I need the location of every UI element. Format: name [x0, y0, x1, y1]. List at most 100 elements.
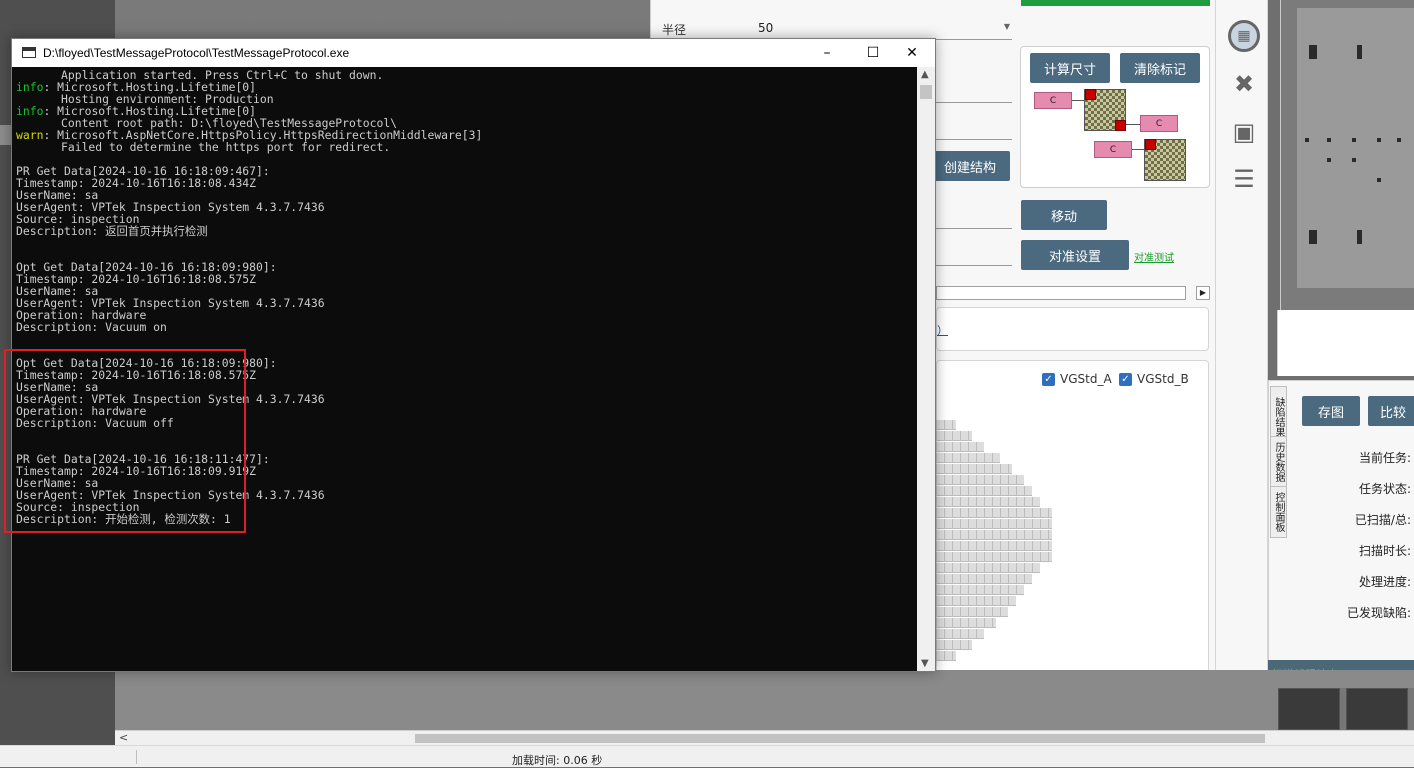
save-image-button[interactable]: 存图 [1302, 396, 1360, 426]
start-button-edge[interactable] [1021, 0, 1210, 6]
move-button[interactable]: 移动 [1021, 200, 1107, 230]
console-line: Description: Vacuum off [16, 417, 916, 429]
console-line: Timestamp: 2024-10-16T16:18:09.919Z [16, 465, 916, 477]
wafer-die-row [936, 607, 1008, 617]
console-line: UserAgent: VPTek Inspection System 4.3.7… [16, 201, 916, 213]
console-line: UserAgent: VPTek Inspection System 4.3.7… [16, 393, 916, 405]
wafer-map-icon[interactable]: ▦ [1228, 20, 1260, 52]
field-underline [936, 265, 1012, 266]
console-app-icon [22, 47, 36, 58]
wafer-die-row [936, 640, 972, 650]
wafer-die-row [936, 464, 1012, 474]
checkbox-vgstd-a[interactable]: ✓ VGStd_A [1042, 372, 1112, 386]
align-settings-button[interactable]: 对准设置 [1021, 240, 1129, 270]
sub-link[interactable]: ） [937, 322, 948, 338]
current-task-label: 当前任务: [1358, 451, 1411, 465]
console-line: Failed to determine the https port for r… [16, 141, 916, 153]
radius-label: 半径 [662, 23, 687, 37]
create-structure-button[interactable]: 创建结构 [930, 151, 1010, 181]
chevron-down-icon: ▼ [1003, 22, 1010, 31]
console-scroll-thumb[interactable] [920, 85, 932, 99]
scroll-thumb[interactable] [415, 734, 1265, 743]
wafer-die-row [936, 508, 1052, 518]
thumbnail[interactable] [1278, 688, 1340, 730]
die-mark [1377, 178, 1381, 182]
wafer-die-row [936, 453, 1000, 463]
die-mark [1327, 158, 1331, 162]
radius-value: 50 [758, 21, 774, 35]
log-level-warn: warn [16, 128, 44, 142]
thumbnail[interactable] [1346, 688, 1408, 730]
task-status-label: 任务状态: [1358, 482, 1411, 496]
marker-point [1115, 120, 1126, 131]
status-bar: 加载时间: 0.06 秒 [0, 745, 1414, 767]
console-line: Timestamp: 2024-10-16T16:18:08.575Z [16, 273, 916, 285]
wafer-die-row [936, 541, 1052, 551]
wafer-die-row [936, 618, 996, 628]
checkbox-vgstd-b[interactable]: ✓ VGStd_B [1119, 372, 1189, 386]
checklist-icon[interactable]: ☰ [1228, 163, 1260, 195]
status-separator [136, 750, 137, 764]
console-scrollbar[interactable]: ▲ ▼ [917, 67, 935, 671]
console-titlebar[interactable]: D:\floyed\TestMessageProtocol\TestMessag… [12, 39, 935, 67]
wafer-die-row [936, 629, 984, 639]
checkmark-icon: ✓ [1119, 372, 1132, 386]
wafer-die-row [936, 596, 1016, 606]
console-output[interactable]: Application started. Press Ctrl+C to shu… [16, 67, 916, 671]
console-line: UserAgent: VPTek Inspection System 4.3.7… [16, 489, 916, 501]
scan-duration-label: 扫描时长: [1358, 544, 1411, 558]
horizontal-scrollbar[interactable]: < [115, 730, 1414, 745]
console-window[interactable]: D:\floyed\TestMessageProtocol\TestMessag… [11, 38, 936, 672]
die-mark [1309, 45, 1317, 59]
scroll-left-icon[interactable]: < [119, 731, 128, 744]
die-mark [1377, 138, 1381, 142]
scroll-down-icon[interactable]: ▼ [921, 658, 929, 669]
tab-history-data[interactable]: 历史数据 [1270, 436, 1287, 488]
tool-column [1215, 0, 1268, 686]
calc-size-button[interactable]: 计算尺寸 [1030, 53, 1110, 83]
log-level-info: info [16, 80, 44, 94]
console-line-text: Description: 开始检测, 检测次数: 1 [16, 512, 231, 526]
die-mark [1357, 45, 1362, 59]
clear-marks-button[interactable]: 清除标记 [1120, 53, 1200, 83]
horizontal-track[interactable] [936, 286, 1186, 300]
compare-button[interactable]: 比较 [1368, 396, 1414, 426]
preview-info-area [1277, 310, 1414, 376]
image-icon[interactable]: ▣ [1228, 116, 1260, 148]
wafer-die-row [936, 486, 1032, 496]
die-mark [1352, 138, 1356, 142]
marker-connector [1126, 124, 1140, 125]
marker-point [1145, 139, 1156, 150]
align-test-link[interactable]: 对准测试 [1134, 249, 1174, 264]
wafer-die-row [936, 563, 1040, 573]
tab-control-panel[interactable]: 控制面板 [1270, 486, 1287, 538]
tools-icon[interactable]: ✖ [1228, 68, 1260, 100]
log-level-info: info [16, 104, 44, 118]
die-mark [1352, 158, 1356, 162]
minimize-button[interactable]: – [804, 39, 850, 67]
console-line: Timestamp: 2024-10-16T16:18:08.434Z [16, 177, 916, 189]
scroll-right-icon[interactable]: ▶ [1196, 286, 1210, 300]
radius-select[interactable]: 50 ▼ [758, 18, 1012, 40]
wafer-die-row [936, 651, 956, 661]
console-line: Description: 返回首页并执行检测 [16, 225, 916, 237]
wafer-die-row [936, 552, 1052, 562]
thumbnail-row [1278, 688, 1414, 730]
load-time-text: 加载时间: 0.06 秒 [512, 754, 603, 767]
process-progress-label: 处理进度: [1358, 575, 1411, 589]
wafer-die-row [936, 442, 984, 452]
field-underline [936, 228, 1012, 229]
console-line-text: Description: Vacuum off [16, 416, 174, 430]
console-line-text: Description: Vacuum on [16, 320, 167, 334]
console-line-text: Description: 返回首页并执行检测 [16, 224, 208, 238]
scanned-total-label: 已扫描/总: [1354, 513, 1411, 527]
checkmark-icon: ✓ [1042, 372, 1055, 386]
marker-tag: C [1094, 141, 1132, 158]
console-line-text: Failed to determine the https port for r… [61, 140, 391, 154]
die-mark [1397, 138, 1401, 142]
marker-tag: C [1140, 115, 1178, 132]
close-button[interactable]: ✕ [889, 39, 935, 67]
scroll-up-icon[interactable]: ▲ [921, 69, 929, 80]
